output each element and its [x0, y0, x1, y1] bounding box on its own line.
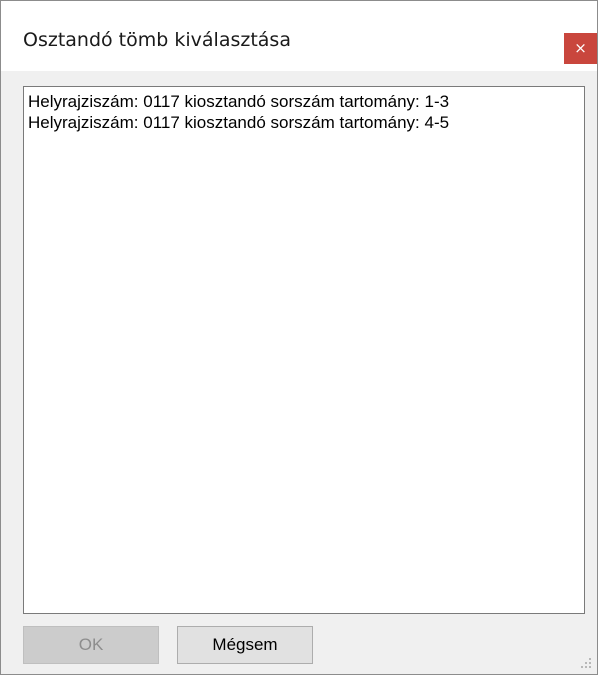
dialog-window: Osztandó tömb kiválasztása × Helyrajzisz…	[0, 0, 598, 675]
list-item[interactable]: Helyrajziszám: 0117 kiosztandó sorszám t…	[26, 112, 582, 133]
close-icon: ×	[574, 39, 587, 57]
cancel-button[interactable]: Mégsem	[177, 626, 313, 664]
list-item[interactable]: Helyrajziszám: 0117 kiosztandó sorszám t…	[26, 91, 582, 112]
window-title: Osztandó tömb kiválasztása	[23, 29, 291, 51]
title-bar[interactable]: Osztandó tömb kiválasztása ×	[1, 1, 597, 71]
close-button[interactable]: ×	[564, 33, 597, 64]
block-listbox[interactable]: Helyrajziszám: 0117 kiosztandó sorszám t…	[23, 86, 585, 614]
ok-button[interactable]: OK	[23, 626, 159, 664]
resize-grip-icon[interactable]	[579, 656, 593, 670]
